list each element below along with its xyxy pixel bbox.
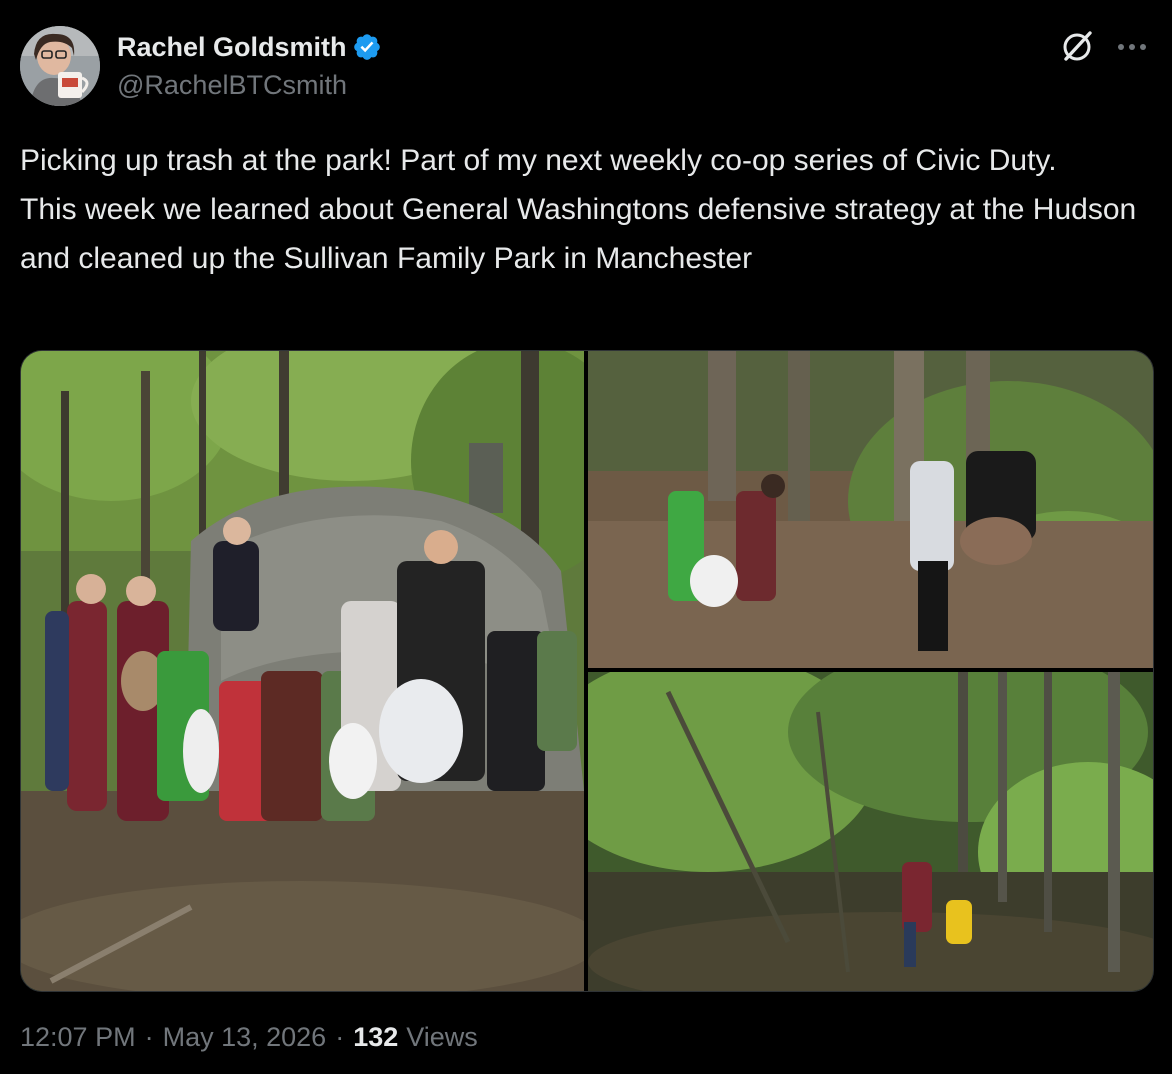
tweet-meta: 12:07 PM · May 13, 2026 · 132 Views xyxy=(20,1022,478,1053)
meta-separator: · xyxy=(335,1022,345,1052)
more-icon[interactable] xyxy=(1114,33,1150,61)
photo-kids-picking-trash[interactable] xyxy=(588,351,1153,668)
views-count[interactable]: 132 xyxy=(353,1022,398,1053)
author-handle[interactable]: @RachelBTCsmith xyxy=(117,70,347,101)
woods-photo xyxy=(588,672,1153,991)
author-name-row: Rachel Goldsmith xyxy=(117,30,382,64)
photo-group-at-rock[interactable] xyxy=(21,351,584,991)
tweet-text-line: Picking up trash at the park! Part of my… xyxy=(20,144,1057,177)
photo-woods[interactable] xyxy=(588,672,1153,991)
views-label: Views xyxy=(406,1022,478,1052)
avatar-photo xyxy=(20,26,100,106)
tweet-date[interactable]: May 13, 2026 xyxy=(163,1022,327,1053)
author-display-name[interactable]: Rachel Goldsmith xyxy=(117,32,347,63)
media-grid xyxy=(20,350,1154,992)
tweet-text-line: This week we learned about General Washi… xyxy=(20,193,1137,275)
meta-separator: · xyxy=(144,1022,154,1052)
group-photo xyxy=(21,351,584,991)
grok-icon[interactable] xyxy=(1058,28,1096,66)
kids-picking-trash-photo xyxy=(588,351,1153,668)
tweet-text: Picking up trash at the park! Part of my… xyxy=(20,136,1155,283)
avatar[interactable] xyxy=(20,26,100,106)
tweet-time[interactable]: 12:07 PM xyxy=(20,1022,136,1053)
tweet[interactable]: Rachel Goldsmith @RachelBTCsmith Picking… xyxy=(0,0,1172,1074)
verified-badge-icon[interactable] xyxy=(352,32,382,62)
